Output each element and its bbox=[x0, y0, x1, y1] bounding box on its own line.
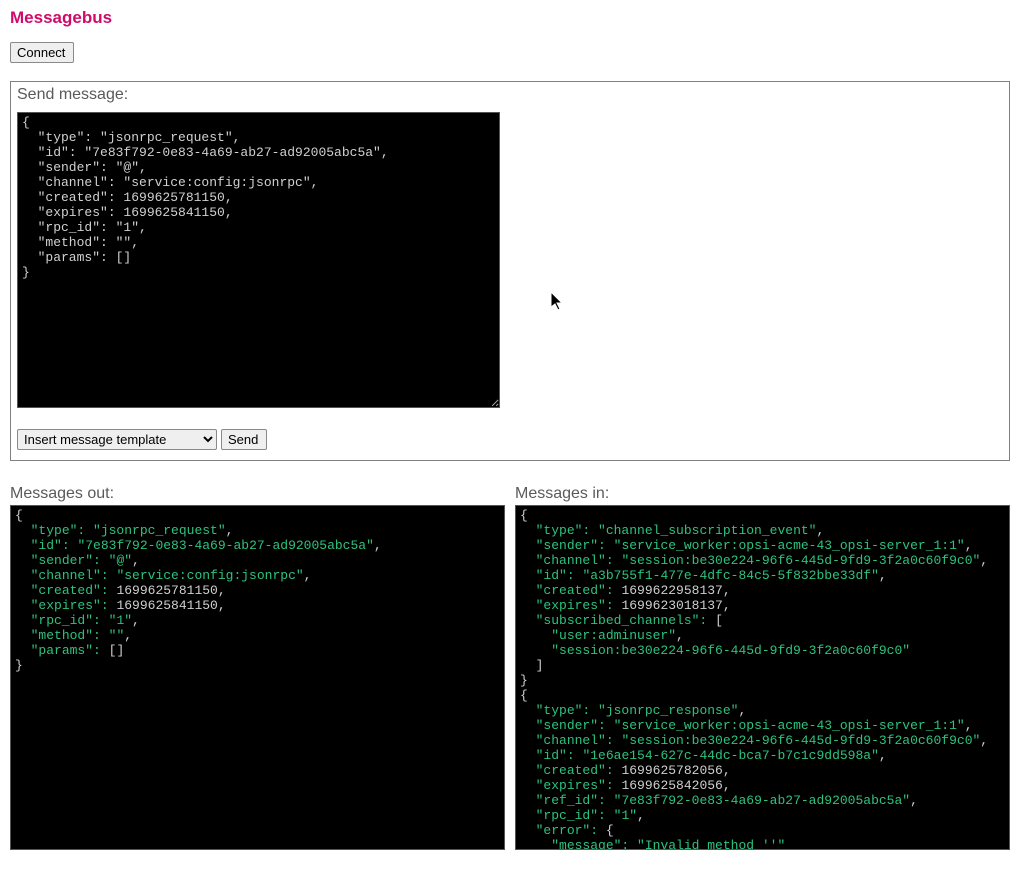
send-message-legend: Send message: bbox=[17, 86, 1003, 110]
connect-button[interactable]: Connect bbox=[10, 42, 74, 63]
messages-out-display: { "type": "jsonrpc_request", "id": "7e83… bbox=[10, 505, 505, 850]
messages-out-label: Messages out: bbox=[10, 485, 505, 503]
mouse-cursor-icon bbox=[551, 292, 565, 312]
page-title: Messagebus bbox=[10, 8, 1010, 28]
messages-in-display: { "type": "channel_subscription_event", … bbox=[515, 505, 1010, 850]
message-input-textarea[interactable] bbox=[17, 112, 500, 408]
messages-in-label: Messages in: bbox=[515, 485, 1010, 503]
template-select[interactable]: Insert message template bbox=[17, 429, 217, 450]
send-button[interactable]: Send bbox=[221, 429, 267, 450]
send-message-panel: Send message: Insert message template Se… bbox=[10, 81, 1010, 461]
